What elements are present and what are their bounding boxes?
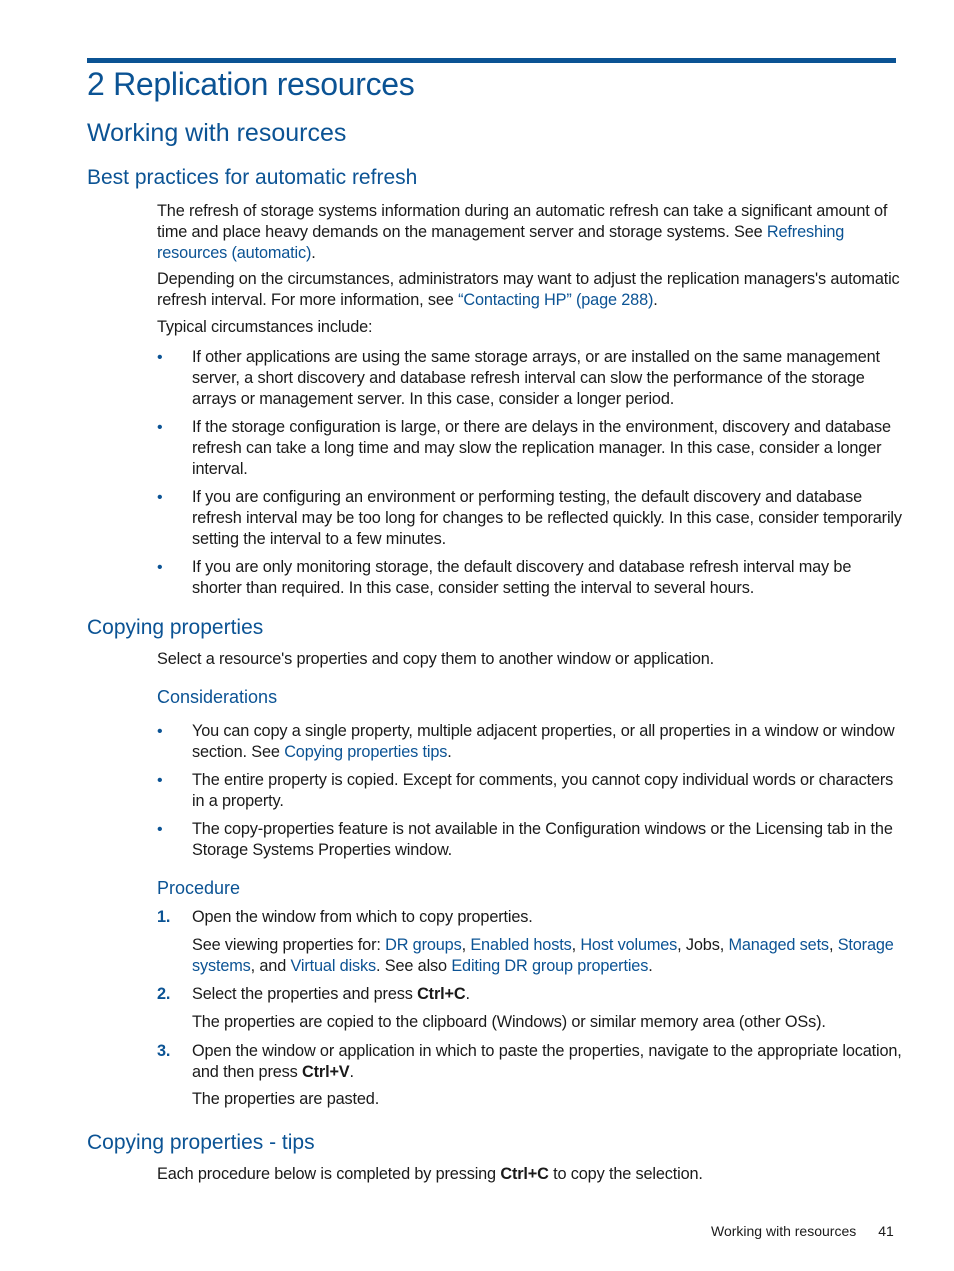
best-practices-heading: Best practices for automatic refresh — [87, 166, 418, 189]
best-practices-para-3: Typical circumstances include: — [157, 318, 373, 336]
copying-tips-para: Each procedure below is completed by pre… — [157, 1165, 703, 1183]
best-practices-para-1: The refresh of storage systems informati… — [157, 202, 888, 262]
list-item: • If other applications are using the sam… — [157, 348, 880, 408]
page-number: 41 — [878, 1223, 894, 1239]
ctrl-c-key: Ctrl+C — [500, 1165, 549, 1183]
ctrl-v-key: Ctrl+V — [302, 1063, 350, 1081]
list-item: • The copy-properties feature is not avai… — [157, 820, 893, 859]
page-footer: Working with resources 41 — [711, 1223, 894, 1239]
procedure-step-2-sub: The properties are copied to the clipboa… — [192, 1013, 826, 1031]
editing-dr-group-properties-link[interactable]: Editing DR group properties — [451, 957, 648, 975]
enabled-hosts-link[interactable]: Enabled hosts — [470, 936, 571, 954]
virtual-disks-link[interactable]: Virtual disks — [291, 957, 377, 975]
procedure-step-3: 3. Open the window or application in whic… — [157, 1042, 902, 1081]
copying-intro: Select a resource's properties and copy … — [157, 650, 715, 668]
ctrl-c-key: Ctrl+C — [417, 985, 466, 1003]
considerations-heading: Considerations — [157, 687, 278, 707]
host-volumes-link[interactable]: Host volumes — [580, 936, 677, 954]
bullet-icon: • — [157, 821, 163, 838]
copying-tips-heading: Copying properties - tips — [87, 1131, 315, 1154]
section-title: Working with resources — [87, 119, 347, 147]
managed-sets-link[interactable]: Managed sets — [728, 936, 829, 954]
bullet-icon: • — [157, 419, 163, 436]
dr-groups-link[interactable]: DR groups — [385, 936, 462, 954]
bullet-icon: • — [157, 723, 163, 740]
bullet-icon: • — [157, 489, 163, 506]
procedure-step-1-sub: See viewing properties for: DR groups, E… — [192, 936, 894, 975]
chapter-rule — [87, 58, 896, 63]
list-item: • If the storage configuration is large, … — [157, 418, 891, 478]
list-item: • The entire property is copied. Except f… — [157, 771, 894, 810]
best-practices-para-2: Depending on the circumstances, administ… — [157, 270, 900, 309]
list-item: • If you are configuring an environment o… — [157, 488, 902, 548]
list-item: • You can copy a single property, multipl… — [157, 722, 895, 761]
procedure-heading: Procedure — [157, 878, 241, 898]
bullet-icon: • — [157, 559, 163, 576]
contacting-hp-link[interactable]: “Contacting HP” (page 288) — [458, 291, 653, 309]
procedure-step-1: 1. Open the window from which to copy pro… — [157, 908, 533, 926]
list-item: • If you are only monitoring storage, the… — [157, 558, 852, 597]
copying-properties-tips-link[interactable]: Copying properties tips — [284, 743, 447, 761]
bullet-icon: • — [157, 349, 163, 366]
copying-properties-heading: Copying properties — [87, 616, 264, 639]
procedure-step-2: 2. Select the properties and press Ctrl+C… — [157, 985, 470, 1003]
bullet-icon: • — [157, 772, 163, 789]
footer-section: Working with resources — [711, 1223, 857, 1239]
procedure-step-3-sub: The properties are pasted. — [192, 1090, 380, 1108]
chapter-title: 2 Replication resources — [87, 66, 415, 102]
